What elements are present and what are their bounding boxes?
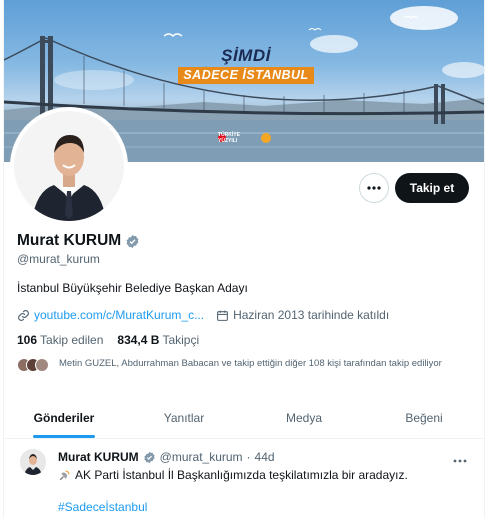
post-separator: · <box>246 450 251 464</box>
tab-posts[interactable]: Gönderiler <box>4 398 124 438</box>
profile-link[interactable]: youtube.com/c/MuratKurum_c... <box>34 308 204 322</box>
tab-label: Yanıtlar <box>163 411 205 425</box>
post-header: Murat KURUM @murat_kurum · 44d <box>58 450 275 464</box>
profile-photo <box>14 111 124 221</box>
link-icon <box>18 309 29 321</box>
following-label: Takip edilen <box>40 333 104 347</box>
tab-label: Gönderiler <box>33 411 95 425</box>
profile-bio: İstanbul Büyükşehir Belediye Başkan Aday… <box>17 281 248 295</box>
post-time[interactable]: 44d <box>255 450 275 464</box>
profile-meta: youtube.com/c/MuratKurum_c... Haziran 20… <box>17 308 389 322</box>
tab-media[interactable]: Medya <box>244 398 364 438</box>
followers-label: Takipçi <box>162 333 200 347</box>
tab-replies[interactable]: Yanıtlar <box>124 398 244 438</box>
more-dots-icon <box>367 186 381 190</box>
right-border <box>484 0 485 518</box>
post-more-button[interactable] <box>453 450 467 468</box>
post-text-row: AK Parti İstanbul İl Başkanlığımızda teş… <box>58 468 408 482</box>
profile-avatar[interactable] <box>10 107 128 225</box>
tab-label: Beğeni <box>405 411 443 425</box>
followers-stat[interactable]: 834,4 B Takipçi <box>117 333 199 347</box>
profile-joined-date: Haziran 2013 tarihinde katıldı <box>233 308 390 322</box>
active-tab-indicator <box>33 435 95 438</box>
tab-likes[interactable]: Beğeni <box>364 398 484 438</box>
verified-badge-icon[interactable] <box>143 451 156 464</box>
profile-stats: 106 Takip edilen 834,4 B Takipçi <box>17 333 199 347</box>
calendar-icon <box>217 310 228 321</box>
post-text: AK Parti İstanbul İl Başkanlığımızda teş… <box>75 468 408 482</box>
verified-badge-icon[interactable] <box>125 234 140 249</box>
profile-handle: @murat_kurum <box>17 252 100 266</box>
profile-tabs: Gönderiler Yanıtlar Medya Beğeni <box>4 398 484 439</box>
known-follower-avatars <box>17 356 55 372</box>
post-author-photo <box>20 449 46 475</box>
followers-count: 834,4 B <box>117 333 160 347</box>
post-author-name[interactable]: Murat KURUM <box>58 450 139 464</box>
post-hashtag[interactable]: #Sadeceİstanbul <box>58 500 147 514</box>
profile-page: ŞİMDİ İSTANBUL SADECE İSTANBUL TÜRKİYE Y… <box>0 0 487 518</box>
banner-logo-text: TÜRKİYE YÜZYILI <box>218 132 240 144</box>
profile-name: Murat KURUM <box>17 232 122 249</box>
tab-label: Medya <box>285 411 323 425</box>
following-count: 106 <box>17 333 38 347</box>
avatar <box>35 358 49 372</box>
satellite-antenna-icon <box>59 470 70 480</box>
more-options-button[interactable] <box>359 173 389 203</box>
known-followers-text: Metin GUZEL, Abdurrahman Babacan ve taki… <box>59 358 442 369</box>
banner-subtitle: SADECE İSTANBUL <box>178 67 314 84</box>
following-stat[interactable]: 106 Takip edilen <box>17 333 103 347</box>
profile-name-row: Murat KURUM <box>17 232 140 250</box>
followers-you-know[interactable]: Metin GUZEL, Abdurrahman Babacan ve taki… <box>17 356 457 372</box>
post-author-handle[interactable]: @murat_kurum <box>160 450 243 464</box>
more-dots-icon <box>453 459 467 463</box>
post-avatar[interactable] <box>20 449 46 475</box>
follow-button[interactable]: Takip et <box>395 173 469 203</box>
